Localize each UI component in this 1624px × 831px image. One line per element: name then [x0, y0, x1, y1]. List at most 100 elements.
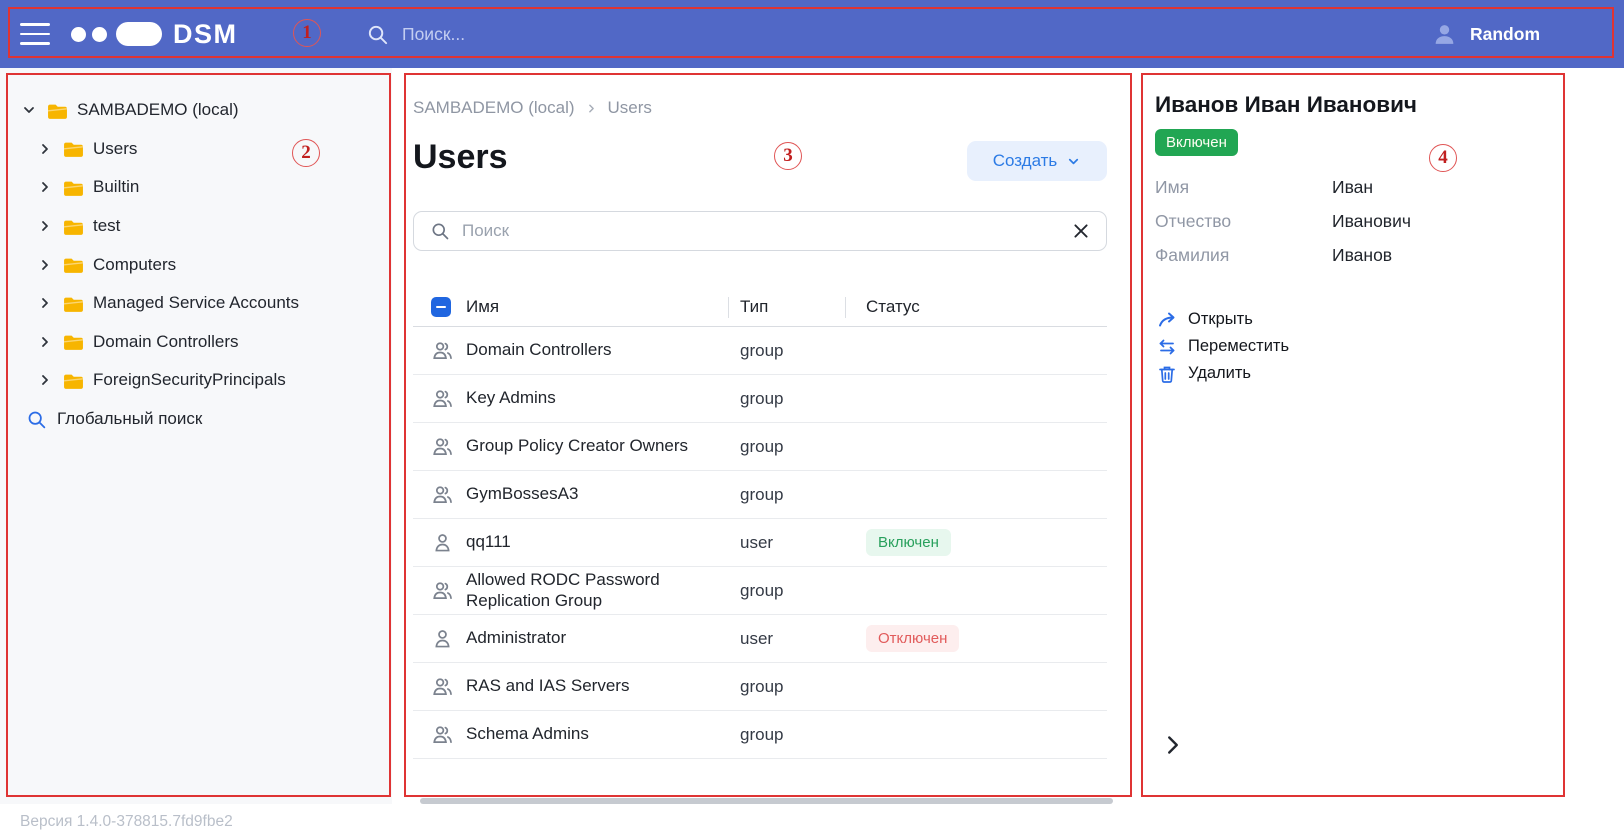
detail-field-value: Иванов	[1332, 244, 1393, 265]
row-type: group	[740, 724, 784, 744]
annotation-number-3: 3	[774, 142, 802, 170]
detail-actions: Открыть Переместить Удалить	[1157, 306, 1289, 387]
row-name: RAS and IAS Servers	[466, 676, 630, 696]
table-row[interactable]: Key Admins group	[413, 375, 1107, 423]
column-header-name[interactable]: Имя	[466, 297, 740, 317]
clear-search-icon[interactable]	[1072, 222, 1090, 240]
app-logo: DSM	[71, 0, 238, 68]
tree-node[interactable]: Builtin	[0, 168, 392, 207]
chevron-right-icon	[42, 182, 48, 193]
logo-dot-icon	[92, 26, 107, 42]
row-name: Key Admins	[466, 388, 556, 408]
chevron-down-icon	[24, 107, 34, 114]
table-row[interactable]: Domain Controllers group	[413, 327, 1107, 375]
chevron-right-icon	[42, 375, 48, 386]
tree-node-root[interactable]: SAMBADEMO (local)	[0, 91, 392, 130]
user-icon	[435, 534, 450, 552]
chevron-right-icon	[42, 336, 48, 347]
folder-icon	[64, 143, 83, 158]
folder-icon	[64, 297, 83, 312]
tree-node[interactable]: test	[0, 207, 392, 246]
group-icon	[433, 726, 452, 744]
table-row[interactable]: Schema Admins group	[413, 711, 1107, 759]
detail-field-label: Имя	[1155, 176, 1190, 197]
tree-node[interactable]: Users	[0, 130, 392, 169]
row-name: Administrator	[466, 628, 567, 648]
logo-dot-icon	[71, 26, 86, 42]
column-header-status[interactable]: Статус	[866, 297, 1107, 317]
detail-status-badge: Включен	[1155, 129, 1238, 156]
search-icon	[432, 223, 449, 240]
tree-node[interactable]: Computers	[0, 245, 392, 284]
group-icon	[433, 486, 452, 504]
detail-action-label: Открыть	[1188, 310, 1253, 328]
users-table: Domain Controllers group Key Admins grou…	[413, 327, 1107, 759]
detail-field-label: Фамилия	[1155, 244, 1230, 265]
detail-fields: Имя Иван Отчество Иванович Фамилия Ивано…	[1155, 170, 1411, 272]
sidebar-item-global-search[interactable]: Глобальный поиск	[0, 400, 392, 439]
topbar-search-input[interactable]	[402, 23, 722, 45]
folder-icon	[64, 335, 83, 351]
tree-node-label: Computers	[93, 254, 177, 274]
detail-action[interactable]: Переместить	[1157, 333, 1289, 360]
breadcrumb: SAMBADEMO (local) Users	[413, 98, 652, 118]
indeterminate-icon	[436, 305, 446, 309]
folder-icon	[64, 181, 83, 196]
table-search	[413, 211, 1107, 251]
detail-action-label: Переместить	[1188, 337, 1290, 355]
user-avatar-icon	[1435, 24, 1454, 44]
group-icon	[433, 678, 452, 696]
trash-icon	[1159, 366, 1175, 383]
collapse-panel-chevron-icon[interactable]	[1161, 733, 1185, 757]
group-icon	[433, 342, 452, 360]
tree-node[interactable]: ForeignSecurityPrincipals	[0, 361, 392, 400]
table-search-input[interactable]	[462, 221, 1072, 241]
tree-node-label: Managed Service Accounts	[93, 293, 300, 313]
row-name: GymBossesA3	[466, 484, 579, 504]
tree-node-label: Domain Controllers	[93, 331, 239, 351]
global-search	[366, 0, 722, 68]
detail-action[interactable]: Удалить	[1157, 360, 1289, 387]
user-menu[interactable]: Random	[1432, 0, 1540, 68]
page-title: Users	[413, 138, 508, 176]
detail-field: Фамилия Иванов	[1155, 238, 1411, 272]
tree-node[interactable]: Managed Service Accounts	[0, 284, 392, 323]
breadcrumb-root[interactable]: SAMBADEMO (local)	[413, 98, 575, 118]
folder-icon	[48, 104, 67, 119]
tree-node-label: Builtin	[93, 177, 140, 197]
horizontal-scrollbar[interactable]	[420, 798, 1113, 804]
logo-text: DSM	[173, 18, 238, 49]
row-name: Schema Admins	[466, 724, 589, 744]
annotation-number-4: 4	[1429, 144, 1457, 172]
table-row[interactable]: RAS and IAS Servers group	[413, 663, 1107, 711]
detail-field-value: Иван	[1332, 176, 1374, 197]
hamburger-menu-icon[interactable]	[20, 23, 50, 52]
select-all-checkbox[interactable]	[431, 297, 451, 317]
create-button[interactable]: Создать	[967, 141, 1107, 181]
column-divider	[728, 297, 729, 318]
row-type: group	[740, 340, 784, 360]
row-type: user	[740, 628, 774, 648]
tree-node-label: SAMBADEMO (local)	[77, 100, 239, 120]
user-name: Random	[1470, 23, 1540, 44]
row-name: qq111	[466, 532, 511, 552]
row-type: group	[740, 484, 784, 504]
row-type: group	[740, 580, 784, 600]
chevron-right-icon	[42, 298, 48, 309]
swap-arrows-icon	[1159, 339, 1175, 354]
column-header-type[interactable]: Тип	[740, 297, 866, 317]
top-bar: DSM Random	[0, 0, 1624, 68]
detail-field-value: Иванович	[1332, 210, 1411, 231]
search-icon	[28, 411, 46, 428]
row-name: Allowed RODC Password Replication Group	[466, 570, 660, 610]
group-icon	[433, 438, 452, 456]
tree-node[interactable]: Domain Controllers	[0, 323, 392, 362]
table-row[interactable]: Allowed RODC Password Replication Group …	[413, 567, 1107, 615]
table-row[interactable]: GymBossesA3 group	[413, 471, 1107, 519]
domain-tree: SAMBADEMO (local) Users Builtin test Com…	[0, 68, 392, 438]
chevron-right-icon	[588, 104, 594, 112]
table-row[interactable]: Group Policy Creator Owners group	[413, 423, 1107, 471]
detail-action[interactable]: Открыть	[1157, 306, 1289, 333]
table-row[interactable]: Administrator user Отключен	[413, 615, 1107, 663]
tree-node-label: ForeignSecurityPrincipals	[93, 370, 286, 390]
